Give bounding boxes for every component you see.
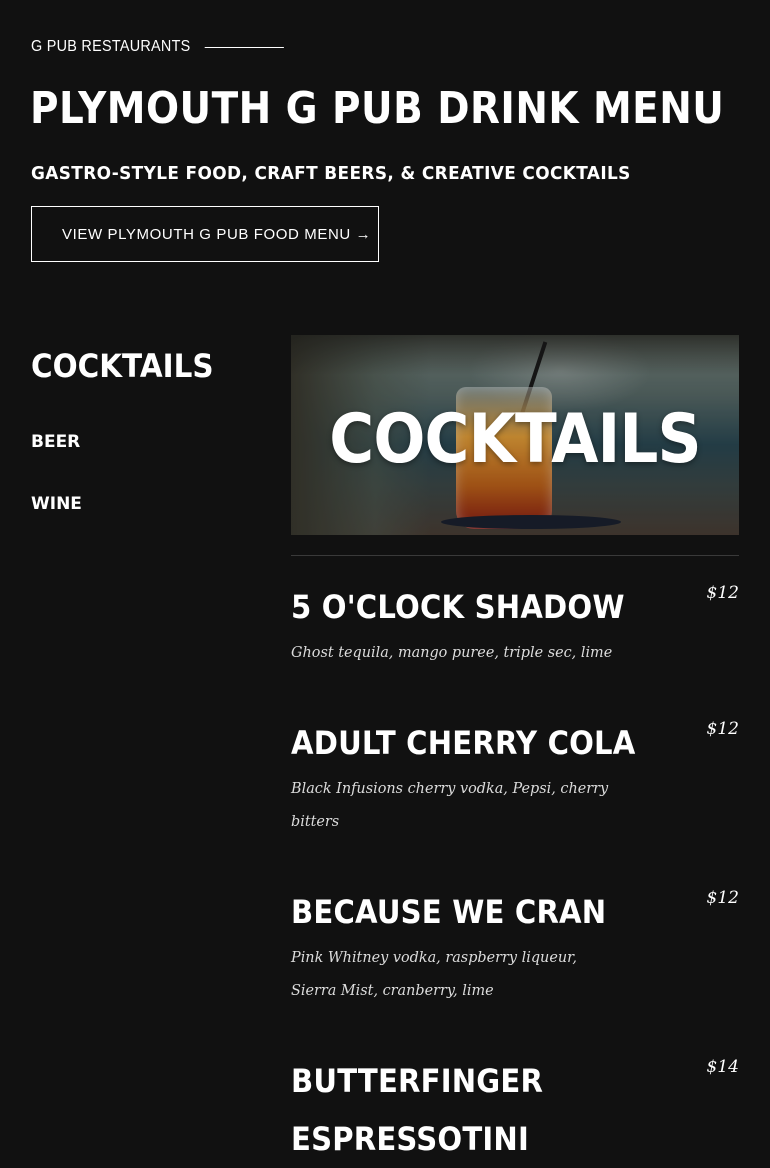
nav-item-wine[interactable]: WINE: [31, 494, 82, 514]
menu-item: BUTTERFINGER ESPRESSOTINI $14: [291, 1052, 739, 1168]
menu-item: 5 O'CLOCK SHADOW $12 Ghost tequila, mang…: [291, 578, 739, 669]
menu-item-name: BUTTERFINGER ESPRESSOTINI: [291, 1062, 544, 1158]
menu-item-description: Ghost tequila, mango puree, triple sec, …: [291, 643, 613, 661]
hero-title: COCKTAILS: [329, 400, 701, 479]
view-food-menu-label: VIEW PLYMOUTH G PUB FOOD MENU →: [62, 225, 372, 243]
menu-item-name: ADULT CHERRY COLA: [291, 724, 636, 762]
page-title: PLYMOUTH G PUB DRINK MENU: [30, 83, 725, 134]
drink-category-nav: COCKTAILS BEER WINE: [31, 340, 261, 514]
cocktails-hero-banner: COCKTAILS: [291, 335, 739, 535]
section-divider: [291, 555, 739, 556]
menu-item-name: BECAUSE WE CRAN: [291, 893, 607, 931]
menu-item-description: Black Infusions cherry vodka, Pepsi, che…: [291, 779, 609, 830]
menu-item: BECAUSE WE CRAN $12 Pink Whitney vodka, …: [291, 883, 739, 1007]
eyebrow-rule: [204, 46, 285, 48]
view-food-menu-button[interactable]: VIEW PLYMOUTH G PUB FOOD MENU →: [31, 206, 379, 262]
menu-item-price: $12: [706, 719, 739, 739]
nav-item-cocktails[interactable]: COCKTAILS: [31, 340, 243, 392]
nav-item-beer[interactable]: BEER: [31, 432, 80, 452]
brand-eyebrow: G PUB RESTAURANTS: [31, 38, 285, 56]
menu-item-name: 5 O'CLOCK SHADOW: [291, 588, 625, 626]
menu-item-price: $12: [706, 583, 739, 603]
menu-item-price: $14: [706, 1057, 739, 1077]
menu-item-description: Pink Whitney vodka, raspberry liqueur, S…: [291, 948, 578, 999]
menu-item-price: $12: [706, 888, 739, 908]
menu-item: ADULT CHERRY COLA $12 Black Infusions ch…: [291, 714, 739, 838]
brand-name: G PUB RESTAURANTS: [31, 38, 191, 55]
page-subtitle: GASTRO-STYLE FOOD, CRAFT BEERS, & CREATI…: [31, 163, 631, 184]
